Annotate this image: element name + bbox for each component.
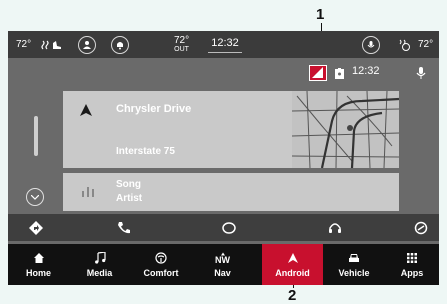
- profile-button[interactable]: [78, 31, 96, 58]
- headphones-icon[interactable]: [325, 218, 345, 238]
- clock-underline: [208, 51, 242, 53]
- nav-item-home[interactable]: Home: [8, 244, 69, 285]
- voice-button[interactable]: [362, 31, 380, 58]
- nav-item-nav[interactable]: NW Nav: [192, 244, 253, 285]
- scroll-indicator[interactable]: [34, 116, 38, 156]
- callout-label-1: 1: [316, 6, 325, 23]
- phone-icon[interactable]: [114, 218, 134, 238]
- callout-label-2: 2: [288, 287, 297, 304]
- nav-item-apps[interactable]: Apps: [385, 244, 439, 285]
- microphone-icon: [367, 40, 375, 47]
- passenger-temp[interactable]: 72°: [418, 31, 433, 58]
- android-auto-header: 12:32: [8, 58, 439, 88]
- home-icon: [33, 251, 45, 265]
- battery-icon: [335, 68, 344, 79]
- compass-icon: NW: [215, 251, 230, 265]
- notifications-button[interactable]: [111, 31, 129, 58]
- header-time: 12:32: [352, 65, 380, 77]
- nav-item-label: Home: [25, 268, 51, 278]
- nav-item-vehicle[interactable]: Vehicle: [323, 244, 385, 285]
- nav-item-media[interactable]: Media: [69, 244, 130, 285]
- equalizer-icon: [82, 187, 94, 197]
- nav-item-label: Nav: [214, 268, 231, 278]
- outside-temp-value: 72°: [174, 34, 190, 46]
- android-auto-icon: [287, 251, 299, 265]
- nav-item-android[interactable]: Android: [262, 244, 323, 285]
- bottom-nav: Home Media Comfort NW Nav Android Vehicl…: [8, 244, 439, 285]
- media-card[interactable]: [63, 173, 399, 211]
- nav-item-label: Android: [275, 268, 310, 278]
- nav-item-comfort[interactable]: Comfort: [130, 244, 192, 285]
- infotainment-screen: 72° 72° OUT 12:32 72° 12:32 Chrysler Dri…: [8, 31, 439, 285]
- outside-temp: 72° OUT: [174, 31, 189, 58]
- recent-apps-icon[interactable]: [411, 218, 431, 238]
- music-note-icon: [94, 251, 106, 265]
- microphone-icon[interactable]: [416, 66, 426, 80]
- navigation-arrow-icon: [80, 104, 92, 116]
- nav-item-label: Comfort: [143, 268, 179, 278]
- nav-item-label: Media: [86, 268, 113, 278]
- clock-time: 12:32: [211, 36, 239, 49]
- callout-1-indicator: [309, 65, 327, 81]
- car-icon: [348, 251, 360, 265]
- heated-steering-icon[interactable]: [398, 31, 412, 58]
- nav-item-label: Vehicle: [338, 268, 370, 278]
- clock: 12:32: [208, 31, 242, 58]
- nav-road: Interstate 75: [116, 146, 175, 157]
- maps-directions-icon[interactable]: [26, 218, 46, 238]
- nav-item-label: Apps: [400, 268, 424, 278]
- person-icon: [83, 40, 91, 49]
- outside-temp-label: OUT: [174, 45, 189, 53]
- compass-heading: NW: [215, 255, 230, 265]
- map-thumbnail[interactable]: [292, 91, 399, 168]
- launcher-circle-icon[interactable]: [219, 218, 239, 238]
- signal-icon: [312, 67, 323, 78]
- nav-destination: Chrysler Drive: [116, 103, 192, 115]
- grid-icon: [406, 251, 418, 265]
- song-title: Song: [116, 179, 141, 190]
- heated-seat-icon[interactable]: [41, 31, 63, 58]
- driver-temp[interactable]: 72°: [16, 31, 31, 58]
- expand-button[interactable]: [26, 188, 44, 206]
- chevron-down-icon: [31, 194, 39, 200]
- bell-icon: [117, 41, 123, 49]
- song-artist: Artist: [116, 193, 143, 204]
- status-bar: 72° 72° OUT 12:32 72°: [8, 31, 439, 58]
- screenshot-root: 1 2 72° 72° OUT 12:32 72° 12:32 Chrysler…: [0, 0, 447, 304]
- steering-wheel-icon: [155, 251, 167, 265]
- android-dock: [8, 214, 439, 241]
